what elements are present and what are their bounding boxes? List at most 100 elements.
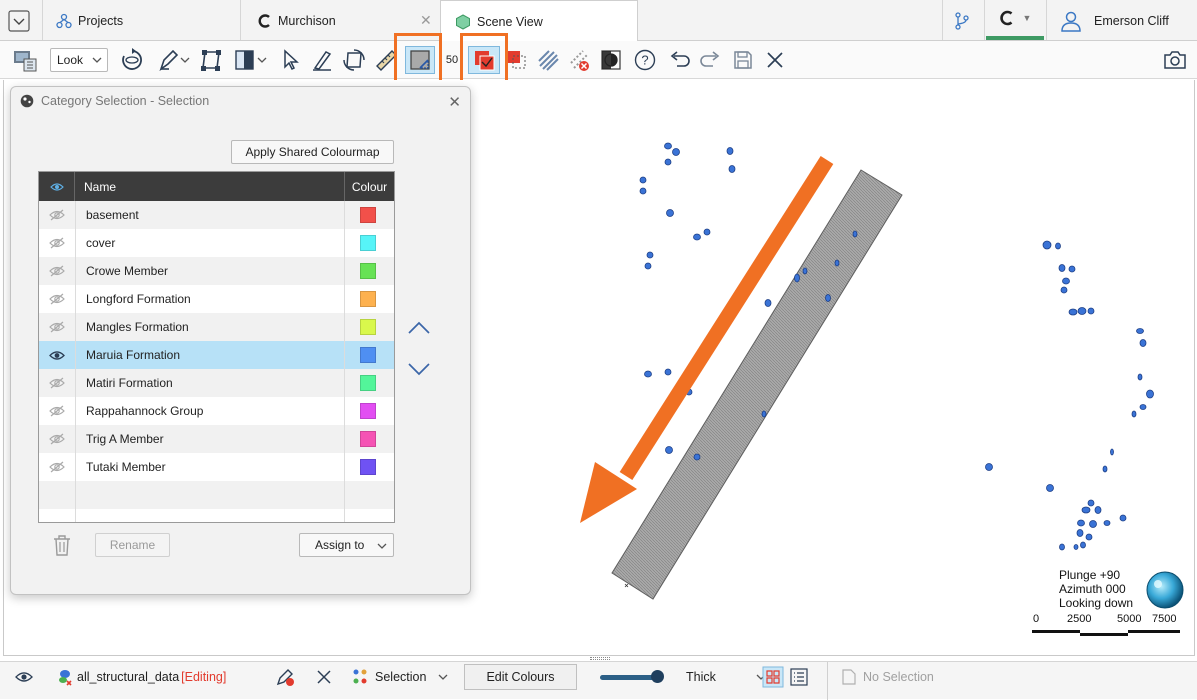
move-down-button[interactable] xyxy=(407,361,431,380)
eye-hidden-icon[interactable] xyxy=(39,229,75,257)
slice-button[interactable] xyxy=(228,46,272,74)
contrast-button[interactable] xyxy=(598,46,624,74)
structural-data-icon xyxy=(59,670,72,686)
table-row[interactable]: Matiri Formation xyxy=(39,369,394,397)
user-account-button[interactable]: Emerson Cliff xyxy=(1060,0,1169,41)
navigation-globe-icon[interactable] xyxy=(1146,571,1184,609)
colour-column-header[interactable]: Colour xyxy=(344,172,394,201)
edit-colours-button[interactable]: Edit Colours xyxy=(464,664,577,690)
screenshot-button[interactable] xyxy=(1160,46,1190,74)
eye-hidden-icon[interactable] xyxy=(39,313,75,341)
colour-swatch[interactable] xyxy=(360,375,376,391)
clear-selection-button[interactable] xyxy=(566,46,594,74)
tab-murchison[interactable]: Murchison xyxy=(258,0,336,41)
visibility-toggle[interactable] xyxy=(15,662,33,692)
colour-swatch[interactable] xyxy=(360,319,376,335)
deselect-button[interactable] xyxy=(505,46,529,74)
rotate-button[interactable] xyxy=(117,46,147,74)
view-mode-grid-button[interactable] xyxy=(762,662,784,692)
help-button[interactable]: ? xyxy=(632,46,658,74)
colour-swatch[interactable] xyxy=(360,207,376,223)
table-row[interactable]: Crowe Member xyxy=(39,257,394,285)
eye-hidden-icon[interactable] xyxy=(39,453,75,481)
eye-icon[interactable] xyxy=(39,341,75,369)
slice-icon xyxy=(235,50,254,70)
table-row[interactable]: Trig A Member xyxy=(39,425,394,453)
grid-icon xyxy=(762,666,784,688)
visibility-header[interactable] xyxy=(39,172,75,201)
eye-hidden-icon[interactable] xyxy=(39,397,75,425)
colour-by-label: Selection xyxy=(375,670,427,684)
remove-from-scene-button[interactable] xyxy=(316,662,332,692)
chevron-down-icon xyxy=(180,57,190,63)
table-row[interactable]: Longford Formation xyxy=(39,285,394,313)
branch-button[interactable] xyxy=(954,0,970,41)
table-row[interactable]: Rappahannock Group xyxy=(39,397,394,425)
undo-button[interactable] xyxy=(666,46,692,74)
chevron-down-icon xyxy=(438,674,448,680)
assign-to-label: Assign to xyxy=(315,538,365,552)
ruler-draw-button[interactable] xyxy=(308,46,336,74)
colour-swatch[interactable] xyxy=(360,291,376,307)
move-up-button[interactable] xyxy=(407,319,431,338)
draw-button[interactable] xyxy=(152,46,194,74)
eye-hidden-icon[interactable] xyxy=(39,257,75,285)
view-mode-list-button[interactable] xyxy=(790,662,808,692)
category-name: Maruia Formation xyxy=(86,348,181,362)
eye-hidden-icon[interactable] xyxy=(39,369,75,397)
app-menu-button[interactable]: ▼ xyxy=(986,0,1044,40)
eye-hidden-icon[interactable] xyxy=(39,285,75,313)
colour-swatch[interactable] xyxy=(360,235,376,251)
category-name: Trig A Member xyxy=(86,432,164,446)
rotate-tool-button[interactable] xyxy=(340,46,368,74)
fifty-percent-button[interactable]: 50 xyxy=(443,46,461,74)
colour-swatch[interactable] xyxy=(360,347,376,363)
size-slider[interactable] xyxy=(598,662,668,692)
slider-handle[interactable] xyxy=(651,670,664,683)
delete-category-button[interactable] xyxy=(52,534,72,559)
save-button[interactable] xyxy=(730,46,756,74)
polygon-edit-button[interactable] xyxy=(198,46,224,74)
category-name: Longford Formation xyxy=(86,292,191,306)
table-row[interactable]: basement xyxy=(39,201,394,229)
table-header: Name Colour xyxy=(39,172,394,201)
colour-by-dropdown[interactable]: Selection xyxy=(352,662,448,692)
category-name: Matiri Formation xyxy=(86,376,173,390)
edit-style-button[interactable] xyxy=(275,662,295,692)
redo-button[interactable] xyxy=(698,46,724,74)
colour-swatch[interactable] xyxy=(360,263,376,279)
close-icon xyxy=(317,670,331,684)
tab-projects[interactable]: Projects xyxy=(56,0,123,41)
assign-to-dropdown[interactable]: Assign to xyxy=(299,533,394,557)
name-column-header[interactable]: Name xyxy=(84,180,116,194)
no-selection-label: No Selection xyxy=(863,670,934,684)
category-name: cover xyxy=(86,236,116,250)
plunge-text: Plunge +90 xyxy=(1059,568,1121,582)
colour-swatch[interactable] xyxy=(360,403,376,419)
pencil-edit-icon xyxy=(276,669,294,686)
tab-dropdown-button[interactable] xyxy=(8,0,34,41)
rename-button[interactable]: Rename xyxy=(95,533,170,557)
colour-swatch[interactable] xyxy=(360,459,376,475)
table-row[interactable]: cover xyxy=(39,229,394,257)
chevron-down-icon xyxy=(92,53,102,70)
table-row[interactable]: Mangles Formation xyxy=(39,313,394,341)
invert-selection-button[interactable] xyxy=(534,46,562,74)
category-name: basement xyxy=(86,208,139,222)
category-table: Name Colour basement cover Crowe Member Lon… xyxy=(38,171,395,523)
help-icon: ? xyxy=(634,49,656,71)
table-row[interactable]: Tutaki Member xyxy=(39,453,394,481)
close-edit-button[interactable] xyxy=(762,46,788,74)
user-name: Emerson Cliff xyxy=(1094,13,1169,28)
line-thickness-dropdown[interactable]: Thick xyxy=(686,662,766,692)
colour-swatch[interactable] xyxy=(360,431,376,447)
table-row[interactable]: Maruia Formation xyxy=(39,341,394,369)
dialog-close-icon[interactable]: ✕ xyxy=(448,93,461,111)
tab-projects-label: Projects xyxy=(78,13,124,28)
eye-hidden-icon[interactable] xyxy=(39,201,75,229)
apply-shared-colourmap-button[interactable]: Apply Shared Colourmap xyxy=(231,140,394,164)
scene-list-button[interactable] xyxy=(10,46,40,74)
select-button[interactable] xyxy=(278,46,304,74)
eye-hidden-icon[interactable] xyxy=(39,425,75,453)
look-dropdown[interactable]: Look xyxy=(50,48,108,72)
